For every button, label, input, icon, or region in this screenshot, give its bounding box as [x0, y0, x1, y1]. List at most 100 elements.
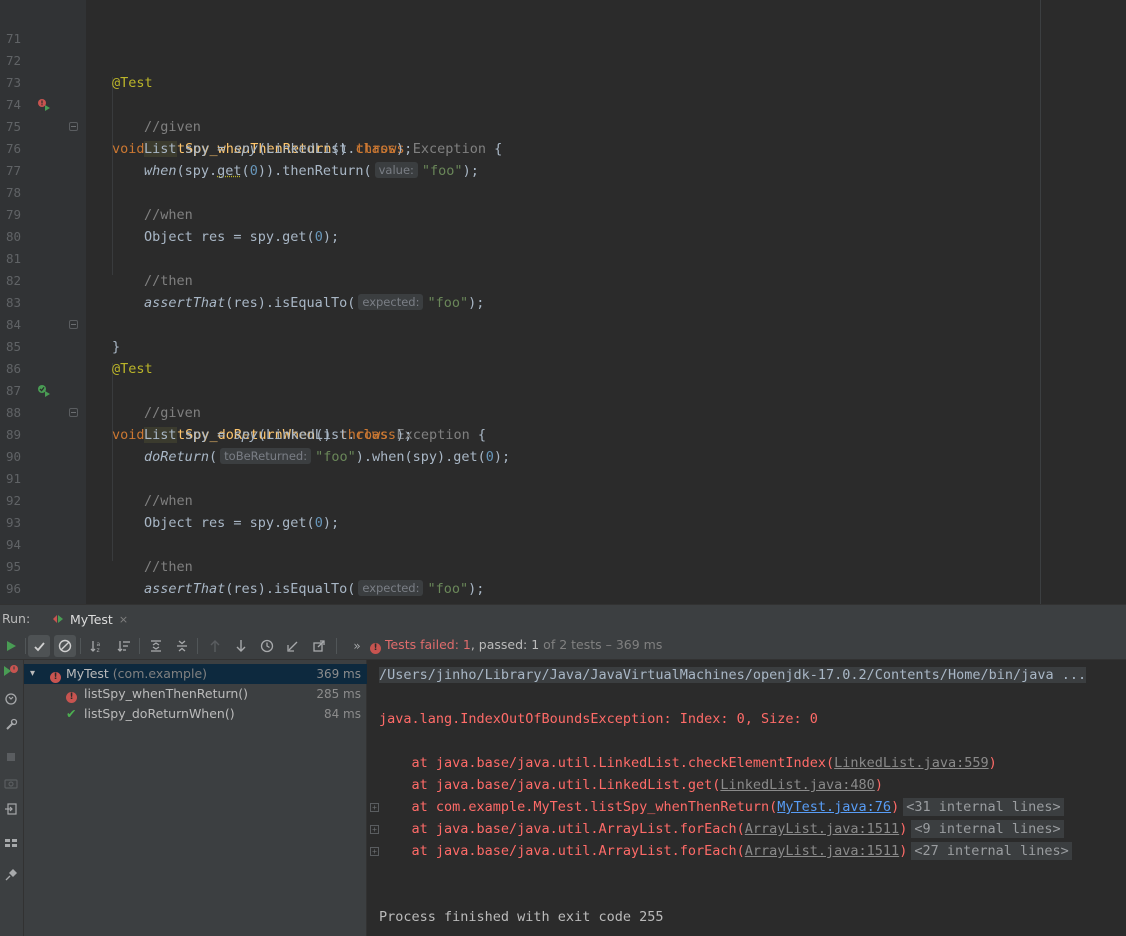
sort-duration-button[interactable]: [113, 635, 135, 657]
code-line: 78 //when: [0, 160, 1126, 223]
stack-frame: + at java.base/java.util.ArrayList.forEa…: [370, 840, 1072, 862]
test-time: 84 ms: [323, 707, 361, 721]
code-line: 75 List spy = spy(LinkedList.class);: [0, 94, 1126, 157]
code-line: 95 assertThat(res).isEqualTo(expected: "f…: [0, 534, 1126, 597]
code-line: 97: [0, 578, 1126, 604]
root-name: MyTest: [66, 666, 109, 681]
dump-threads-button[interactable]: [2, 774, 20, 792]
source-link[interactable]: ArrayList.java:1511: [745, 843, 899, 859]
sort-duration-icon: [117, 641, 130, 652]
exception-line: java.lang.IndexOutOfBoundsException: Ind…: [379, 711, 818, 727]
svg-text:z: z: [97, 647, 100, 653]
expand-plus-icon[interactable]: +: [370, 825, 379, 834]
test-tree: ▾ ! MyTest (com.example) 369 ms ! listSp…: [24, 660, 367, 936]
code-line: 72 @Test: [0, 28, 1126, 91]
pin-tab-button[interactable]: [2, 866, 20, 884]
next-failed-icon: [236, 640, 246, 652]
code-line: 76 when(spy.get(0)).thenReturn(value: "fo…: [0, 116, 1126, 179]
tree-item-test[interactable]: ! listSpy_whenThenReturn() 285 ms: [24, 684, 367, 704]
stack-frame: + at java.base/java.util.ArrayList.forEa…: [370, 818, 1064, 840]
root-package: (com.example): [112, 666, 208, 681]
tests-total-label: of 2 tests – 369 ms: [539, 637, 663, 652]
more-icon[interactable]: »: [346, 635, 368, 657]
root-status: !: [50, 664, 61, 684]
failed-icon: !: [66, 692, 77, 703]
sort-alpha-button[interactable]: az: [86, 635, 108, 657]
root-time: 369 ms: [316, 667, 361, 681]
collapse-all-button[interactable]: [171, 635, 193, 657]
show-passed-button[interactable]: [28, 635, 50, 657]
camera-icon: [4, 779, 18, 789]
sort-alpha-icon: az: [90, 641, 101, 653]
collapse-all-icon: [177, 640, 187, 652]
source-link[interactable]: ArrayList.java:1511: [745, 821, 899, 837]
expand-plus-icon[interactable]: +: [370, 847, 379, 856]
code-line: 86 void listSpy_doReturnWhen() throws Ex…: [0, 336, 1126, 443]
export-icon: [313, 640, 325, 652]
toggle-auto-test-button[interactable]: [2, 690, 20, 708]
show-ignored-button[interactable]: [54, 635, 76, 657]
console-command-line: /Users/jinho/Library/Java/JavaVirtualMac…: [379, 667, 1087, 683]
tab-label: MyTest: [70, 611, 113, 627]
code-line: 83 }: [0, 270, 1126, 355]
code-line: 94 //then: [0, 512, 1126, 575]
console-output[interactable]: /Users/jinho/Library/Java/JavaVirtualMac…: [367, 660, 1126, 936]
run-side-toolbar: [0, 660, 24, 936]
rerun-button[interactable]: [0, 635, 22, 657]
close-icon[interactable]: ×: [119, 613, 128, 626]
run-icon: [7, 641, 16, 651]
source-link[interactable]: MyTest.java:76: [777, 799, 891, 815]
source-link[interactable]: LinkedList.java:559: [834, 755, 988, 771]
show-passed-icon: [33, 641, 45, 651]
test-status: ! Tests failed: 1, passed: 1 of 2 tests …: [370, 637, 662, 654]
code-line: 96 }: [0, 556, 1126, 596]
internal-lines-fold[interactable]: <31 internal lines>: [903, 798, 1064, 816]
code-line: 79 Object res = spy.get(0);: [0, 182, 1126, 245]
settings-button[interactable]: [2, 716, 20, 734]
history-icon: [260, 639, 274, 653]
chevron-down-icon[interactable]: ▾: [30, 664, 35, 684]
import-icon: [287, 641, 298, 652]
code-line: 87 //given: [0, 358, 1126, 421]
code-line: 91 //when: [0, 446, 1126, 509]
test-name: listSpy_doReturnWhen(): [84, 706, 235, 721]
pin-icon: [5, 869, 17, 881]
code-editor[interactable]: 71 72 @Test 73 void listSpy_whenThenRetu…: [0, 0, 1126, 604]
stop-icon: [7, 753, 15, 761]
internal-lines-fold[interactable]: <27 internal lines>: [911, 842, 1072, 860]
exit-code-line: Process finished with exit code 255: [379, 909, 664, 925]
code-line: 73 void listSpy_whenThenReturn() throws …: [0, 50, 1126, 157]
exit-button[interactable]: [2, 800, 20, 818]
rerun-failed-icon: [4, 665, 18, 676]
rerun-failed-button[interactable]: [2, 662, 20, 680]
stop-button[interactable]: [2, 748, 20, 766]
toolbar-separator: [25, 638, 26, 654]
toolbar-separator: [139, 638, 140, 654]
next-failed-button[interactable]: [230, 635, 252, 657]
layout-button[interactable]: [2, 834, 20, 852]
test-name: listSpy_whenThenReturn(): [84, 686, 249, 701]
failed-icon: !: [50, 672, 61, 683]
tree-item-test[interactable]: ✔ listSpy_doReturnWhen() 84 ms: [24, 704, 367, 724]
code-line: 71: [0, 6, 1126, 46]
import-tests-button[interactable]: [282, 635, 304, 657]
error-icon: !: [370, 643, 381, 654]
code-line: 85 @Test: [0, 314, 1126, 377]
tree-root-mytest[interactable]: ▾ ! MyTest (com.example) 369 ms: [24, 664, 367, 684]
code-line: 81 //then: [0, 226, 1126, 289]
expand-all-button[interactable]: [145, 635, 167, 657]
stack-frame: at java.base/java.util.LinkedList.get(Li…: [379, 777, 883, 793]
code-line: 93: [0, 490, 1126, 530]
prev-failed-button[interactable]: [204, 635, 226, 657]
history-button[interactable]: [256, 635, 278, 657]
source-link[interactable]: LinkedList.java:480: [720, 777, 874, 793]
code-line: 90: [0, 424, 1126, 464]
tab-mytest[interactable]: MyTest ×: [44, 605, 136, 633]
exit-icon: [5, 803, 17, 815]
expand-plus-icon[interactable]: +: [370, 803, 379, 812]
export-tests-button[interactable]: [308, 635, 330, 657]
tests-failed-label: Tests failed: 1: [384, 637, 471, 652]
internal-lines-fold[interactable]: <9 internal lines>: [911, 820, 1064, 838]
code-line: 77: [0, 138, 1126, 178]
code-line: 89 doReturn(toBeReturned: "foo").when(spy…: [0, 402, 1126, 465]
